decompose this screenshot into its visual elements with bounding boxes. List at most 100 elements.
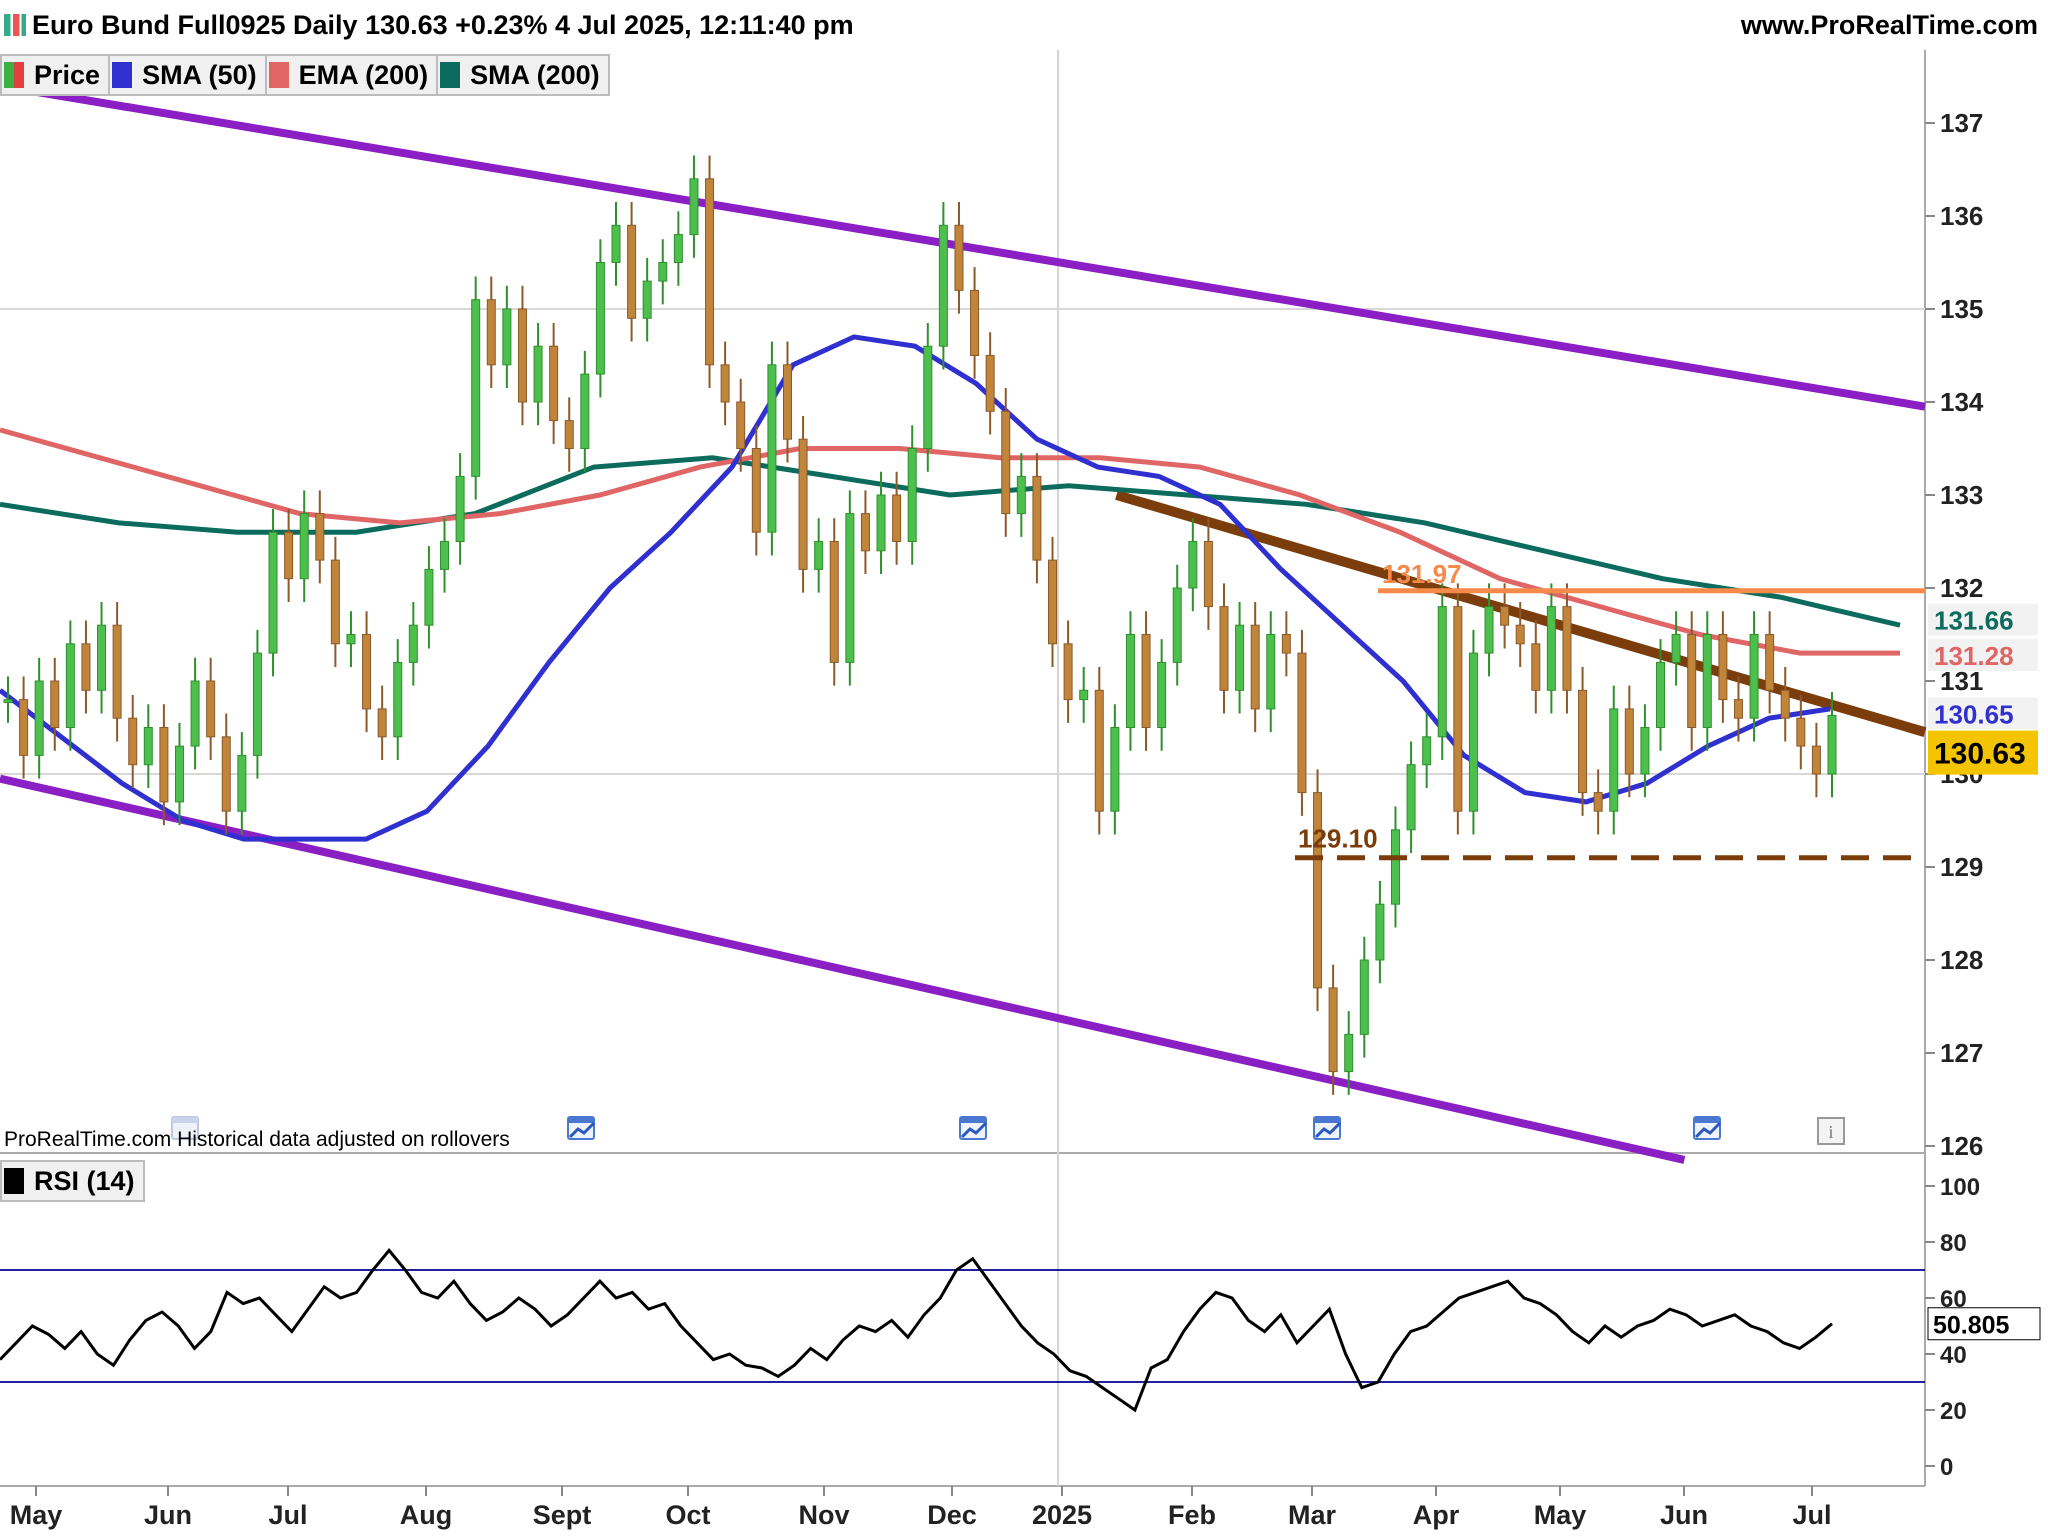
candle — [1359, 936, 1369, 1058]
candle-body — [564, 420, 574, 450]
legend-label: RSI (14) — [34, 1165, 135, 1196]
candle — [206, 657, 216, 761]
candle-body — [1266, 634, 1276, 710]
candle-body — [143, 727, 153, 766]
time-tick-label: Jul — [268, 1500, 307, 1530]
candle-body — [705, 178, 715, 366]
candle — [190, 657, 200, 770]
candle — [1578, 667, 1588, 816]
legend-label: SMA (50) — [142, 59, 257, 90]
candle — [1437, 583, 1447, 761]
candle-body — [580, 373, 590, 450]
candle-body — [1063, 643, 1073, 701]
time-tick-label: May — [1534, 1500, 1587, 1530]
candle-body — [81, 643, 91, 691]
time-axis: May Jun Jul Aug Sept Oct Nov Dec 2025 Feb Mar Apr Ma… — [10, 1486, 1832, 1530]
candle — [362, 611, 372, 733]
candle — [1390, 806, 1400, 928]
time-tick-label: Oct — [665, 1500, 710, 1530]
candle-body — [1094, 689, 1104, 812]
candle — [65, 620, 75, 751]
candle — [486, 276, 496, 389]
time-tick-label: Nov — [798, 1500, 849, 1530]
candle — [845, 490, 855, 686]
candle-body — [1001, 410, 1011, 515]
candle-body — [1780, 689, 1790, 719]
candle-body — [798, 438, 808, 570]
price-tick-label: 135 — [1940, 294, 1983, 324]
rsi-legend[interactable]: RSI (14) — [0, 1160, 145, 1202]
candle — [1048, 536, 1058, 668]
series-end-label: 130.65 — [1934, 700, 2014, 730]
price-tick-label: 126 — [1940, 1131, 1983, 1161]
price-tick-label: 136 — [1940, 201, 1983, 231]
chart-title: Euro Bund Full0925 Daily 130.63 +0.23% 4… — [4, 10, 854, 41]
candle-body — [954, 224, 964, 291]
candle — [1235, 601, 1245, 714]
candle-body — [970, 289, 980, 356]
candle — [767, 341, 777, 556]
candle-body — [1048, 559, 1058, 645]
chart-canvas: 131.97129.10 126127128129130131132133134… — [0, 50, 2041, 1530]
rsi-tick-label: 40 — [1940, 1342, 1967, 1369]
candle — [1593, 769, 1603, 835]
candle-body — [1718, 634, 1728, 701]
candle — [1375, 880, 1385, 984]
candle-body — [1624, 708, 1634, 775]
candle — [985, 332, 995, 435]
candle-body — [1749, 634, 1759, 719]
candle-body — [892, 494, 902, 542]
candle-body — [1203, 541, 1213, 608]
candle — [1172, 564, 1182, 686]
time-tick-label: 2025 — [1032, 1500, 1092, 1530]
candle-body — [517, 308, 527, 403]
candle — [1780, 667, 1790, 742]
candle-body — [408, 624, 418, 663]
site-label[interactable]: www.ProRealTime.com — [1741, 10, 2038, 41]
rsi-tick-label: 0 — [1940, 1454, 1953, 1481]
candle — [330, 536, 340, 668]
candle — [954, 202, 964, 314]
legend-swatch — [112, 62, 133, 88]
candle — [814, 518, 824, 593]
candle-body — [377, 708, 387, 738]
legend-price[interactable]: Price — [0, 54, 111, 96]
candle-body — [736, 401, 746, 449]
candle-body — [50, 680, 60, 728]
candle-body — [502, 308, 512, 366]
candle-body — [237, 754, 247, 812]
series-end-label: 131.28 — [1934, 641, 2014, 671]
legend-ema200[interactable]: EMA (200) — [264, 54, 439, 96]
candle-body — [627, 224, 637, 319]
candle-body — [206, 680, 216, 738]
candle-body — [1515, 624, 1525, 645]
candle-body — [1422, 736, 1432, 766]
candle — [112, 601, 122, 742]
candle — [1702, 611, 1712, 751]
candle-body — [923, 345, 933, 450]
candle-body — [1484, 606, 1494, 654]
calendar-icon — [567, 1116, 596, 1140]
legend-sma50[interactable]: SMA (50) — [108, 54, 267, 96]
candle — [1484, 583, 1494, 677]
candle-body — [3, 699, 13, 704]
candle-body — [346, 634, 356, 645]
candle-body — [1219, 606, 1229, 691]
candle — [1063, 620, 1073, 723]
candle — [1546, 583, 1556, 714]
candle-body — [1733, 699, 1743, 719]
candle-body — [1390, 829, 1400, 905]
candle-body — [549, 345, 559, 422]
candle — [938, 202, 948, 370]
candle — [97, 601, 107, 714]
candle-body — [938, 224, 948, 347]
candle-body — [1500, 606, 1510, 626]
rsi-tick-label: 80 — [1940, 1230, 1967, 1257]
candle-body — [782, 364, 792, 440]
legend-label: SMA (200) — [470, 59, 600, 90]
candle — [1188, 518, 1198, 612]
candle-body — [362, 634, 372, 710]
candle — [393, 639, 403, 761]
legend-sma200[interactable]: SMA (200) — [436, 54, 610, 96]
candle-body — [221, 736, 231, 812]
